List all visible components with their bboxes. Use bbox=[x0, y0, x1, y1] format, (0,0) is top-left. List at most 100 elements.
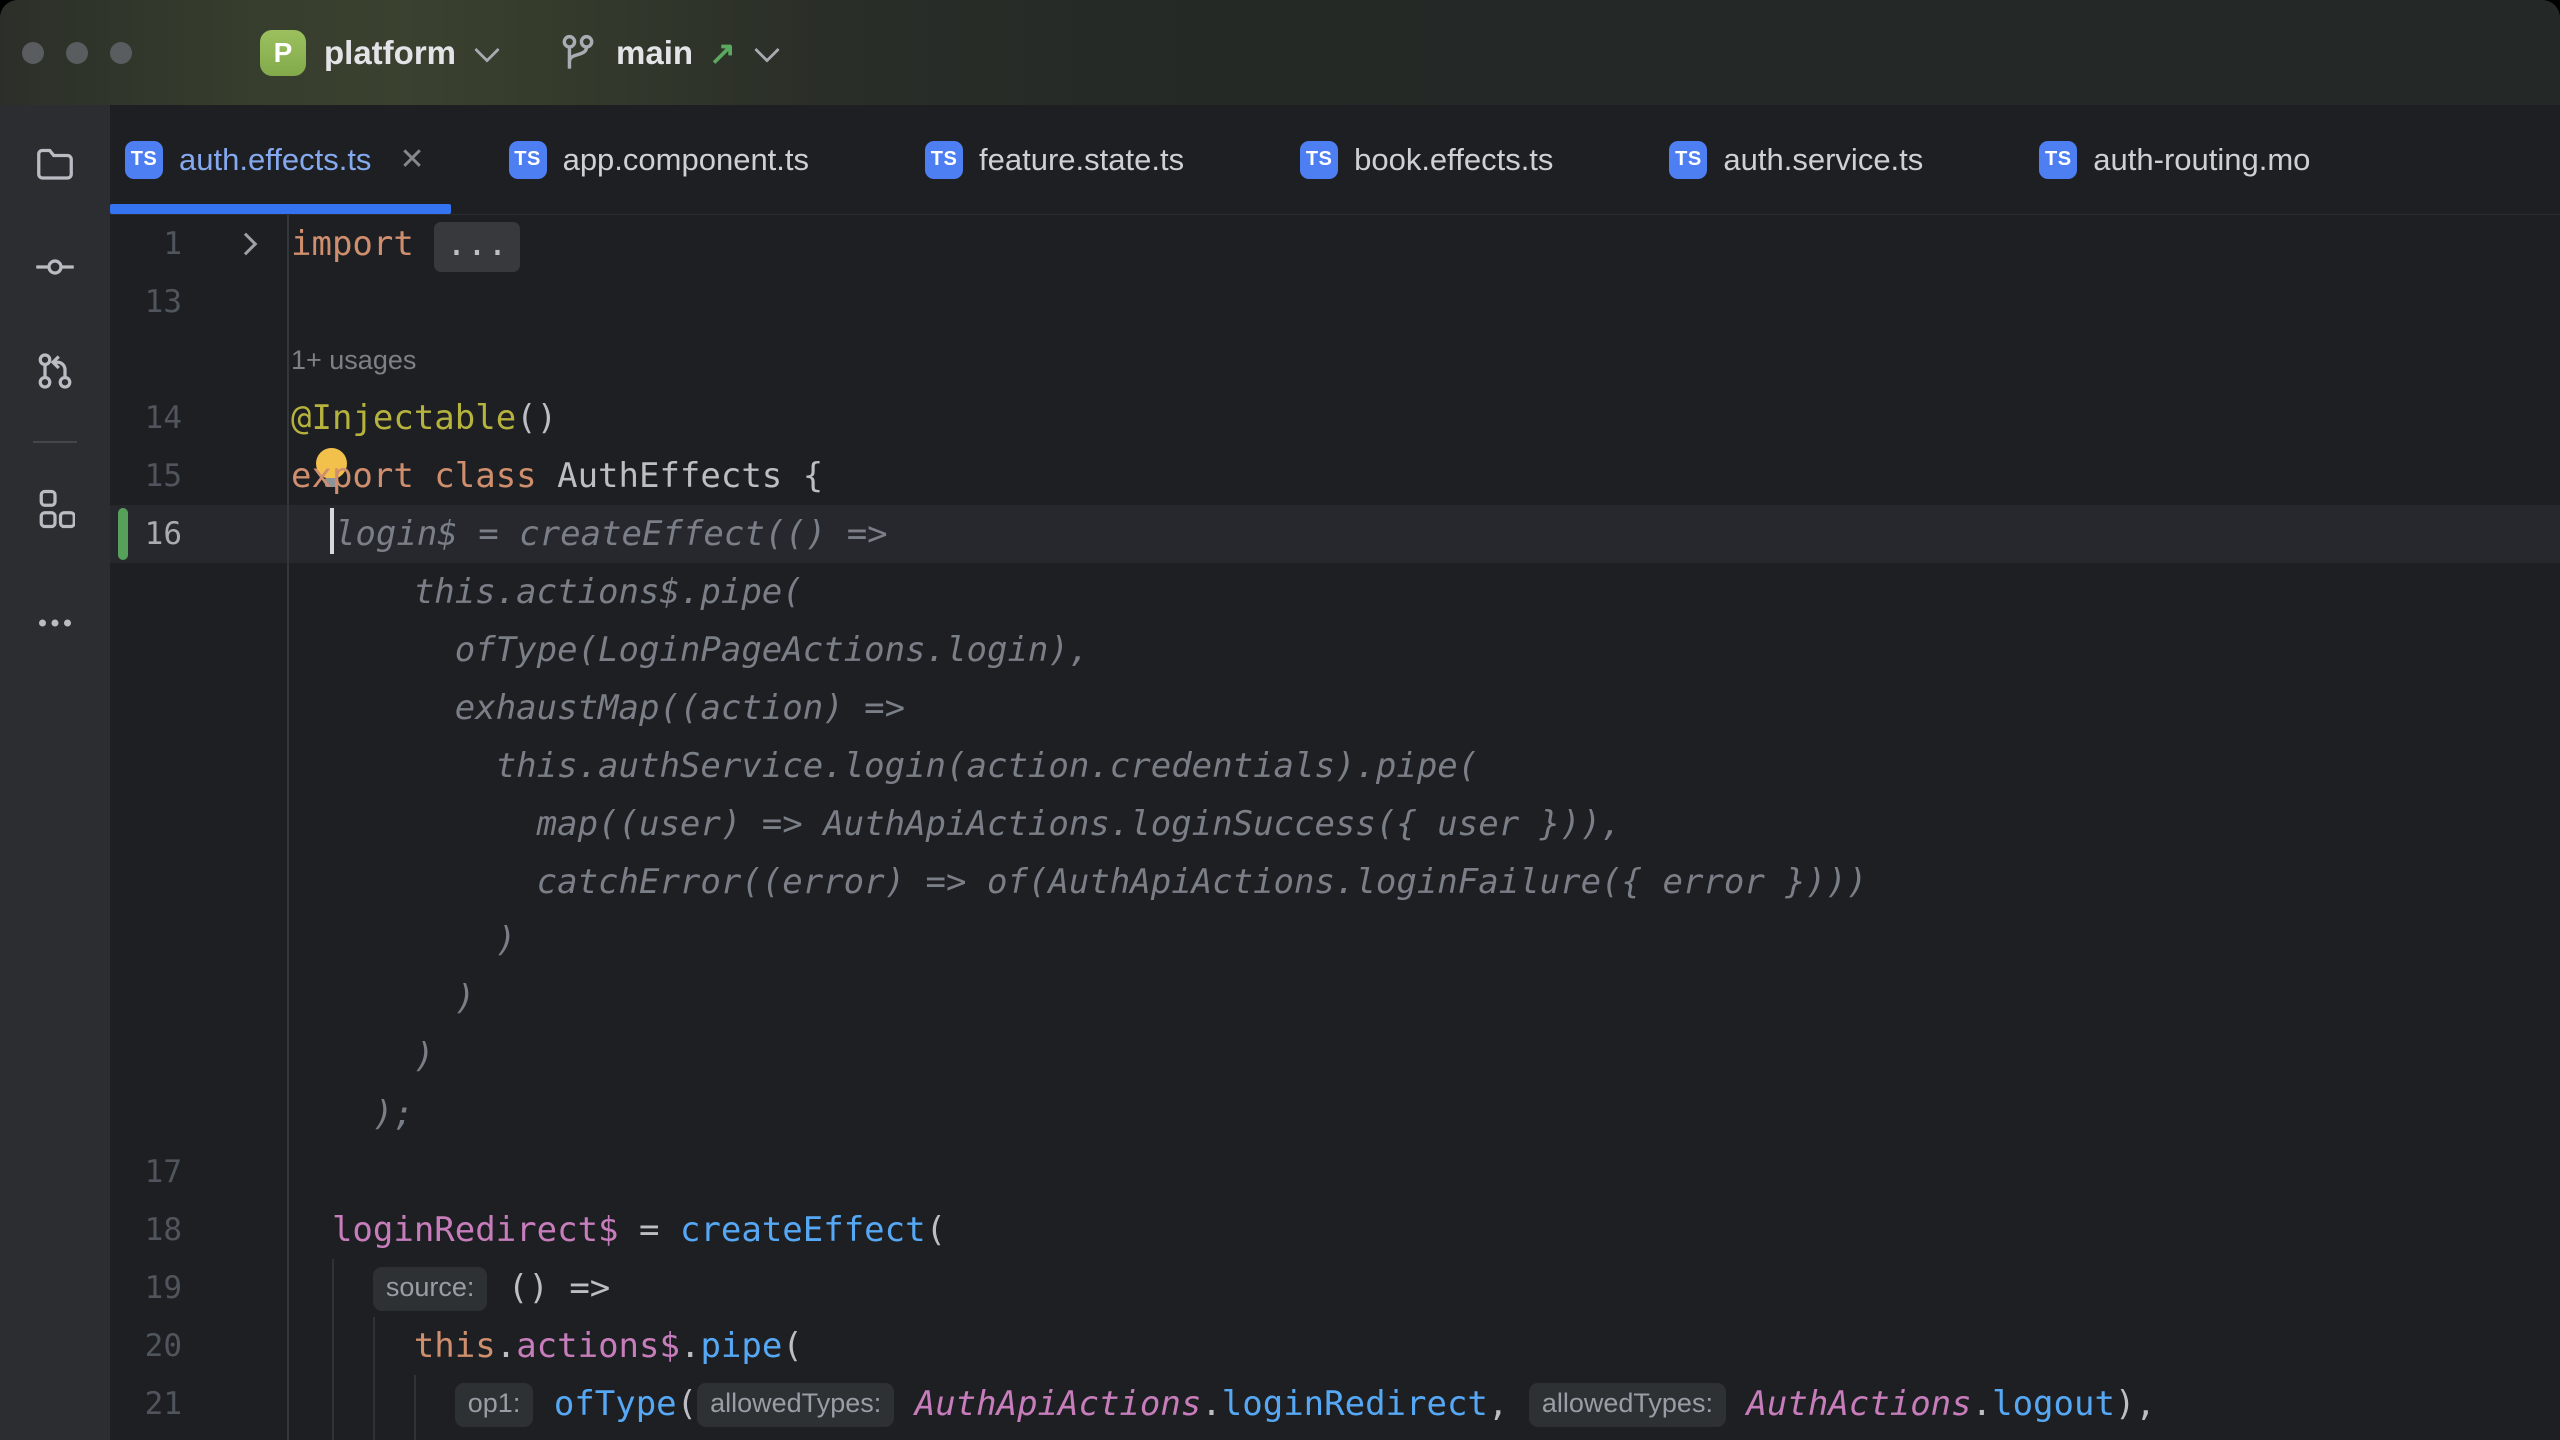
code-token bbox=[291, 1384, 455, 1424]
tool-window-stripe bbox=[0, 105, 110, 1440]
code-line[interactable]: ); bbox=[110, 1085, 2560, 1143]
fold-chevron-icon[interactable] bbox=[235, 233, 258, 256]
code-token: ) bbox=[291, 1036, 434, 1076]
tab-label: feature.state.ts bbox=[979, 142, 1184, 178]
code-token: ( bbox=[677, 1384, 697, 1424]
usages-hint[interactable]: 1+ usages bbox=[291, 331, 416, 389]
pull-request-icon bbox=[35, 351, 75, 396]
code-token: AuthEffects { bbox=[537, 456, 824, 496]
structure-icon bbox=[35, 489, 75, 534]
code-line[interactable]: this.authService.login(action.credential… bbox=[110, 737, 2560, 795]
code-token: @Injectable bbox=[291, 398, 516, 438]
inlay-hint[interactable]: allowedTypes: bbox=[697, 1383, 894, 1427]
zoom-window-button[interactable] bbox=[110, 42, 132, 64]
editor-tab-auth-routing.mo[interactable]: TSauth-routing.mo bbox=[1981, 105, 2368, 214]
code-line[interactable]: 14@Injectable() bbox=[110, 389, 2560, 447]
line-number[interactable]: 19 bbox=[110, 1259, 182, 1317]
ide-window: P platform main ↗ TSauth.effects.ts✕TSap… bbox=[0, 0, 2560, 1440]
code-token: export class bbox=[291, 456, 537, 496]
code-token: createEffect bbox=[680, 1210, 926, 1250]
code-text: ) bbox=[291, 1027, 434, 1085]
line-number[interactable]: 1 bbox=[110, 215, 182, 273]
editor-tab-app.component.ts[interactable]: TSapp.component.ts bbox=[451, 105, 867, 214]
editor-tab-auth.effects.ts[interactable]: TSauth.effects.ts✕ bbox=[110, 105, 451, 214]
code-line[interactable]: 16 login$ = createEffect(() => bbox=[110, 505, 2560, 563]
code-token: loginRedirect$ bbox=[332, 1210, 619, 1250]
code-line[interactable]: 17 bbox=[110, 1143, 2560, 1201]
code-line[interactable]: 21 op1: ofType(allowedTypes: AuthApiActi… bbox=[110, 1375, 2560, 1433]
editor-tab-book.effects.ts[interactable]: TSbook.effects.ts bbox=[1242, 105, 1611, 214]
code-token bbox=[291, 1268, 373, 1308]
code-line[interactable]: ) bbox=[110, 969, 2560, 1027]
code-line[interactable]: catchError((error) => of(AuthApiActions.… bbox=[110, 853, 2560, 911]
line-number[interactable]: 17 bbox=[110, 1143, 182, 1201]
line-number[interactable]: 14 bbox=[110, 389, 182, 447]
code-token: ofType(LoginPageActions.login), bbox=[291, 630, 1089, 670]
code-editor[interactable]: 1 import ... 13 1+ usages 14 @Injectable () 15 e… bbox=[110, 215, 2560, 1440]
code-token: import bbox=[291, 224, 434, 264]
line-number[interactable]: 18 bbox=[110, 1201, 182, 1259]
code-line[interactable]: 15 export class AuthEffects { bbox=[110, 447, 2560, 505]
code-token: this.actions$.pipe( bbox=[291, 572, 803, 612]
code-vision-row[interactable]: 1+ usages bbox=[110, 331, 2560, 389]
inlay-hint[interactable]: allowedTypes: bbox=[1529, 1383, 1726, 1427]
vcs-branch-widget[interactable]: main ↗ bbox=[558, 30, 776, 76]
code-token: , bbox=[1488, 1384, 1529, 1424]
more-icon bbox=[35, 593, 75, 638]
line-number[interactable]: 21 bbox=[110, 1375, 182, 1433]
editor-tab-feature.state.ts[interactable]: TS feature.state.ts bbox=[867, 105, 1242, 214]
code-token: = bbox=[619, 1210, 680, 1250]
minimize-window-button[interactable] bbox=[66, 42, 88, 64]
stripe-button-structure-icon[interactable] bbox=[27, 483, 83, 539]
chevron-down-icon bbox=[474, 37, 499, 62]
code-token bbox=[291, 514, 332, 554]
code-token bbox=[533, 1384, 553, 1424]
code-token: . bbox=[1972, 1384, 1992, 1424]
code-line[interactable]: exhaustMap((action) => bbox=[110, 679, 2560, 737]
stripe-button-folder-icon[interactable] bbox=[27, 137, 83, 193]
inlay-hint[interactable]: op1: bbox=[455, 1383, 534, 1427]
code-line[interactable]: op2: bbox=[110, 1433, 2560, 1440]
code-line[interactable]: this.actions$.pipe( bbox=[110, 563, 2560, 621]
code-text: login$ = createEffect(() => bbox=[291, 505, 888, 563]
code-token: map((user) => AuthApiActions.loginSucces… bbox=[291, 804, 1622, 844]
code-text: catchError((error) => of(AuthApiActions.… bbox=[291, 853, 1867, 911]
stripe-button-pull-request-icon[interactable] bbox=[27, 345, 83, 401]
code-line[interactable]: map((user) => AuthApiActions.loginSucces… bbox=[110, 795, 2560, 853]
code-token bbox=[1726, 1384, 1746, 1424]
folded-code-badge[interactable]: ... bbox=[434, 222, 519, 272]
close-window-button[interactable] bbox=[22, 42, 44, 64]
code-line[interactable]: 19 source: () => bbox=[110, 1259, 2560, 1317]
code-token: pipe bbox=[700, 1326, 782, 1366]
code-line[interactable]: 18 loginRedirect$ = createEffect( bbox=[110, 1201, 2560, 1259]
code-text: export class AuthEffects { bbox=[291, 447, 823, 505]
code-text: ); bbox=[291, 1085, 414, 1143]
caret bbox=[330, 508, 334, 554]
code-text: map((user) => AuthApiActions.loginSucces… bbox=[291, 795, 1622, 853]
code-text: ofType(LoginPageActions.login), bbox=[291, 621, 1089, 679]
stripe-button-more-icon[interactable] bbox=[27, 587, 83, 643]
code-text: ) bbox=[291, 911, 516, 969]
code-line[interactable]: ofType(LoginPageActions.login), bbox=[110, 621, 2560, 679]
line-number[interactable]: 15 bbox=[110, 447, 182, 505]
code-token: . bbox=[680, 1326, 700, 1366]
code-line[interactable]: 20 this.actions$.pipe( bbox=[110, 1317, 2560, 1375]
editor-tab-auth.service.ts[interactable]: TSauth.service.ts bbox=[1611, 105, 1981, 214]
project-name: platform bbox=[324, 34, 456, 72]
code-token bbox=[291, 1210, 332, 1250]
line-number[interactable]: 20 bbox=[110, 1317, 182, 1375]
code-line[interactable]: 13 bbox=[110, 273, 2560, 331]
code-line[interactable]: ) bbox=[110, 1027, 2560, 1085]
inlay-hint[interactable]: source: bbox=[373, 1267, 488, 1311]
typescript-file-icon: TS bbox=[925, 141, 963, 179]
code-token: logout bbox=[1992, 1384, 2115, 1424]
code-line[interactable]: 1 import ... bbox=[110, 215, 2560, 273]
typescript-file-icon: TS bbox=[509, 141, 547, 179]
close-tab-icon[interactable]: ✕ bbox=[399, 142, 424, 177]
stripe-button-commit-icon[interactable] bbox=[27, 241, 83, 297]
code-line[interactable]: ) bbox=[110, 911, 2560, 969]
code-text: source: () => bbox=[291, 1259, 610, 1317]
project-widget[interactable]: P platform bbox=[260, 30, 496, 76]
line-number[interactable]: 13 bbox=[110, 273, 182, 331]
code-token: ( bbox=[926, 1210, 946, 1250]
